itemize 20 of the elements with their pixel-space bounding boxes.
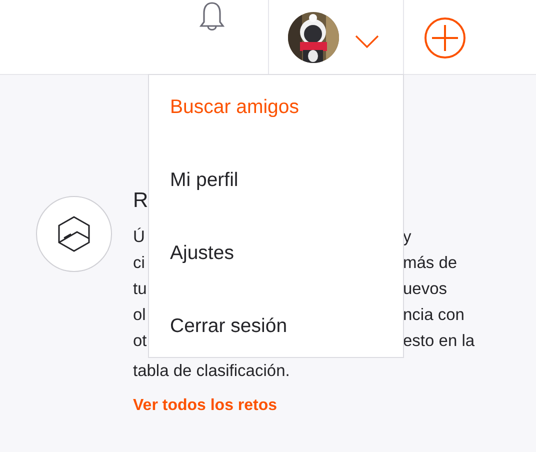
paragraph-fragment: ot <box>133 331 147 352</box>
paragraph-fragment: y <box>403 227 412 248</box>
paragraph-fragment: tabla de clasificación. <box>133 361 290 382</box>
paragraph-fragment: ci <box>133 253 145 274</box>
bell-icon <box>198 1 226 33</box>
paragraph-fragment: esto en la <box>403 331 475 352</box>
paragraph-fragment: ol <box>133 305 146 326</box>
hexagon-icon <box>57 216 91 252</box>
chevron-down-icon <box>355 35 379 50</box>
add-button[interactable] <box>424 16 466 58</box>
paragraph-fragment: tu <box>133 279 147 300</box>
menu-item[interactable]: Ajustes <box>149 238 255 268</box>
paragraph-fragment: uevos <box>403 279 448 300</box>
paragraph-fragment: ncia con <box>403 305 464 326</box>
challenge-title: R <box>133 188 148 214</box>
paragraph-fragment: Ú <box>133 226 145 248</box>
paragraph-fragment: más de <box>403 253 458 274</box>
menu-item[interactable]: Mi perfil <box>149 165 260 195</box>
plus-circle-icon <box>424 16 466 58</box>
menu-item[interactable]: Cerrar sesión <box>149 311 308 341</box>
